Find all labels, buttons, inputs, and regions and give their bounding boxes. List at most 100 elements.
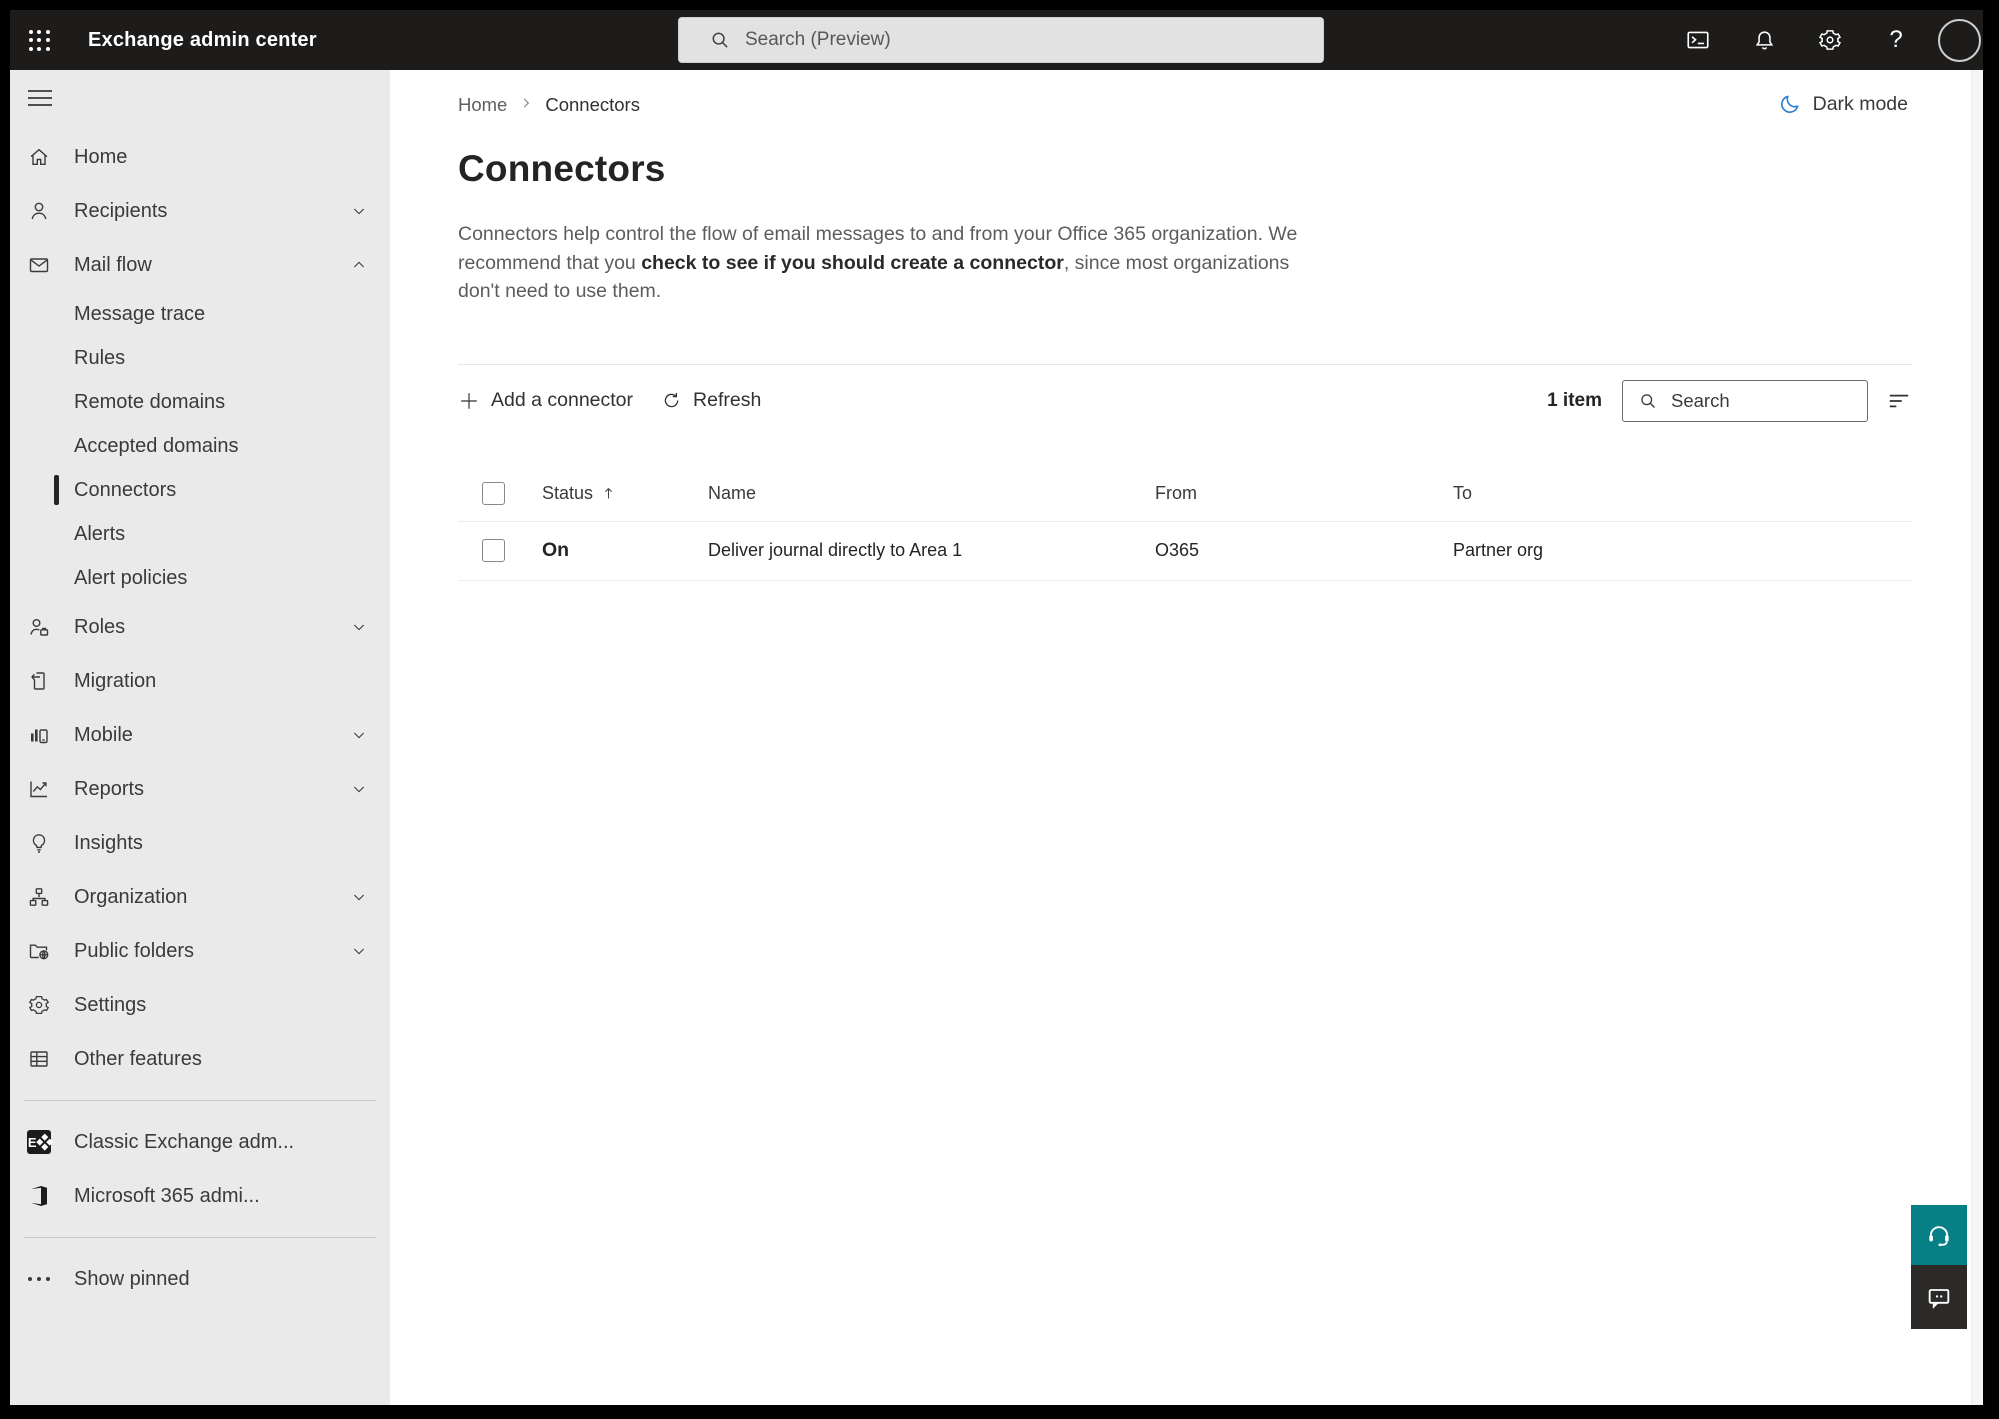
description-link[interactable]: check to see if you should create a conn…: [641, 252, 1064, 274]
row-checkbox[interactable]: [482, 539, 505, 562]
filter-icon[interactable]: [1886, 388, 1912, 414]
avatar[interactable]: [1938, 18, 1981, 62]
table-row[interactable]: On Deliver journal directly to Area 1 O3…: [458, 522, 1912, 581]
column-header-name[interactable]: Name: [708, 483, 756, 503]
app-launcher-icon[interactable]: [16, 17, 62, 63]
sidebar-item-classic-exchange[interactable]: E Classic Exchange adm...: [10, 1115, 390, 1169]
page-description: Connectors help control the flow of emai…: [458, 220, 1306, 306]
sidebar-item-recipients[interactable]: Recipients: [10, 184, 390, 238]
sidebar-item-accepted-domains[interactable]: Accepted domains: [10, 424, 390, 468]
search-icon: [1641, 393, 1655, 408]
sidebar-item-alerts[interactable]: Alerts: [10, 512, 390, 556]
sidebar-item-other-features[interactable]: Other features: [10, 1032, 390, 1086]
sidebar-item-connectors[interactable]: Connectors: [10, 468, 390, 512]
migration-icon: [27, 669, 51, 693]
sidebar-item-microsoft-365[interactable]: Microsoft 365 admi...: [10, 1169, 390, 1223]
feedback-button[interactable]: [1911, 1265, 1967, 1329]
folder-globe-icon: [27, 939, 51, 963]
column-header-status[interactable]: Status: [542, 483, 593, 504]
list-search-input[interactable]: [1671, 389, 1851, 412]
sidebar-item-label: Organization: [74, 885, 188, 908]
refresh-button[interactable]: Refresh: [661, 389, 761, 412]
table-header-row: Status Name From To: [458, 467, 1912, 522]
sidebar-item-label: Alert policies: [74, 566, 188, 589]
sidebar-item-insights[interactable]: Insights: [10, 816, 390, 870]
mobile-chart-icon: [27, 723, 51, 747]
add-connector-button[interactable]: Add a connector: [458, 389, 633, 412]
sidebar-item-label: Settings: [74, 993, 147, 1016]
global-search-box[interactable]: [678, 17, 1324, 63]
global-search-input[interactable]: [745, 29, 1285, 51]
moon-icon: [1780, 95, 1799, 113]
gear-icon[interactable]: [1806, 10, 1854, 70]
sidebar-item-home[interactable]: Home: [10, 130, 390, 184]
sidebar-item-public-folders[interactable]: Public folders: [10, 924, 390, 978]
sidebar-item-label: Rules: [74, 346, 126, 369]
sidebar-item-alert-policies[interactable]: Alert policies: [10, 556, 390, 600]
sidebar-item-show-pinned[interactable]: Show pinned: [10, 1252, 390, 1306]
sidebar-item-rules[interactable]: Rules: [10, 336, 390, 380]
sidebar-item-label: Reports: [74, 777, 145, 800]
sidebar-item-label: Alerts: [74, 522, 126, 545]
headset-icon: [1929, 1226, 1949, 1247]
sidebar-item-message-trace[interactable]: Message trace: [10, 292, 390, 336]
breadcrumb-current: Connectors: [545, 94, 640, 115]
sidebar-item-label: Connectors: [74, 478, 177, 501]
list-search-box[interactable]: [1622, 379, 1868, 422]
hamburger-menu-icon[interactable]: [27, 86, 53, 110]
sidebar-item-mail-flow[interactable]: Mail flow: [10, 238, 390, 292]
dark-mode-toggle[interactable]: Dark mode: [1778, 92, 1908, 116]
sidebar-item-label: Migration: [74, 669, 157, 692]
microsoft-365-logo: [27, 1184, 51, 1208]
table-icon: [27, 1047, 51, 1071]
page-title: Connectors: [458, 148, 666, 189]
main-content: Home Connectors Dark mode Connectors Con…: [390, 70, 1983, 1405]
sidebar-item-reports[interactable]: Reports: [10, 762, 390, 816]
chevron-right-icon: [519, 96, 533, 110]
connector-name[interactable]: Deliver journal directly to Area 1: [708, 540, 962, 560]
bell-icon[interactable]: [1740, 10, 1788, 70]
top-app-bar: Exchange admin center ?: [10, 10, 1983, 70]
sidebar-item-label: Microsoft 365 admi...: [74, 1184, 260, 1207]
selected-indicator: [54, 475, 59, 505]
sidebar-item-label: Message trace: [74, 302, 206, 325]
sidebar-item-remote-domains[interactable]: Remote domains: [10, 380, 390, 424]
sidebar-item-label: Insights: [74, 831, 143, 854]
ellipsis-icon: [27, 1267, 51, 1291]
column-header-to[interactable]: To: [1453, 483, 1472, 503]
sidebar-nav-list: Home Recipients Mail flow Message trace …: [10, 130, 390, 1306]
sidebar-item-label: Mail flow: [74, 253, 152, 276]
refresh-label: Refresh: [693, 389, 762, 411]
column-header-from[interactable]: From: [1155, 483, 1197, 503]
lightbulb-icon: [27, 831, 51, 855]
add-connector-label: Add a connector: [491, 389, 634, 411]
sidebar-item-roles[interactable]: Roles: [10, 600, 390, 654]
sort-ascending-icon: [605, 488, 612, 499]
sidebar-item-label: Recipients: [74, 199, 168, 222]
sidebar-item-label: Mobile: [74, 723, 133, 746]
sidebar-item-label: Remote domains: [74, 390, 226, 413]
terminal-icon[interactable]: [1674, 10, 1722, 70]
sidebar-item-organization[interactable]: Organization: [10, 870, 390, 924]
sidebar-nav: Home Recipients Mail flow Message trace …: [10, 70, 390, 1405]
search-icon: [712, 32, 728, 48]
sidebar-item-label: Roles: [74, 615, 126, 638]
line-chart-icon: [27, 777, 51, 801]
connector-status: On: [542, 539, 570, 561]
connector-from: O365: [1155, 540, 1200, 560]
sidebar-item-migration[interactable]: Migration: [10, 654, 390, 708]
help-icon[interactable]: ?: [1872, 10, 1920, 70]
breadcrumb-home-link[interactable]: Home: [458, 94, 507, 116]
sidebar-item-label: Other features: [74, 1047, 202, 1070]
sidebar-item-label: Show pinned: [74, 1267, 190, 1290]
breadcrumb: Home Connectors Dark mode: [458, 70, 1912, 118]
plus-icon: [461, 392, 477, 409]
sidebar-item-settings[interactable]: Settings: [10, 978, 390, 1032]
sidebar-divider: [24, 1100, 376, 1101]
sidebar-item-mobile[interactable]: Mobile: [10, 708, 390, 762]
support-button[interactable]: [1911, 1205, 1967, 1265]
sidebar-item-label: Home: [74, 145, 128, 168]
select-all-checkbox[interactable]: [482, 482, 505, 505]
refresh-icon: [664, 392, 679, 408]
chevron-down-icon: [351, 619, 367, 635]
